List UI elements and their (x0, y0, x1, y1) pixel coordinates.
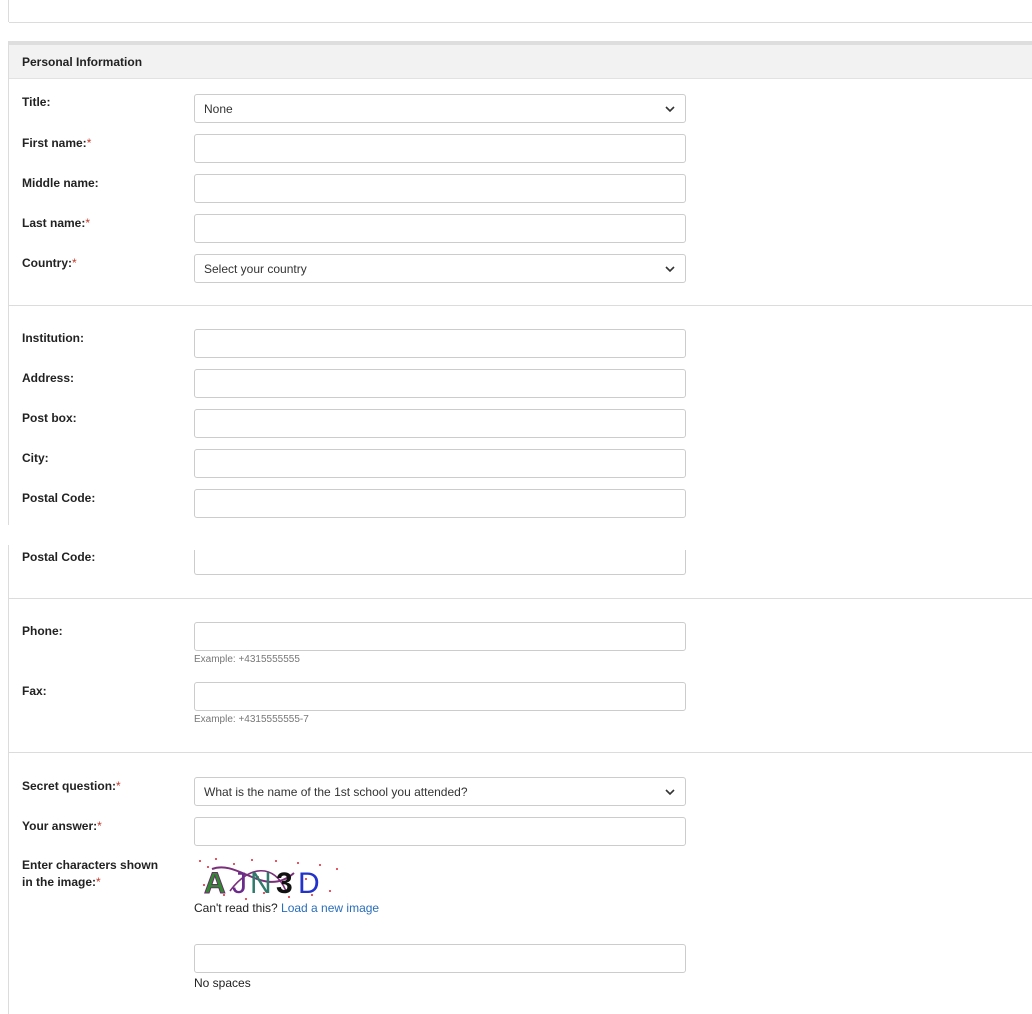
page-border-left (8, 0, 9, 22)
country-select-value: Select your country (204, 261, 307, 276)
postal-code-input-repeat[interactable] (194, 550, 686, 575)
captcha-reload-note: Can't read this? Load a new image (194, 901, 380, 915)
fax-label: Fax: (22, 684, 47, 698)
secret-question-select-value: What is the name of the 1st school you a… (204, 784, 468, 799)
required-marker: * (86, 136, 92, 150)
captcha-image: A J N 3 D (199, 858, 338, 901)
country-select[interactable]: Select your country (194, 254, 686, 283)
fax-hint: Example: +4315555555-7 (194, 714, 309, 725)
page-border-left (8, 41, 9, 525)
required-marker: * (85, 216, 91, 230)
postal-code-input[interactable] (194, 489, 686, 518)
postal-code-label: Postal Code: (22, 491, 96, 505)
institution-input[interactable] (194, 329, 686, 358)
post-box-input[interactable] (194, 409, 686, 438)
captcha-char: D (298, 867, 320, 900)
load-new-image-link[interactable]: Load a new image (281, 901, 379, 915)
postal-code-label-repeat: Postal Code: (22, 550, 96, 564)
captcha-char: J (232, 867, 247, 900)
chevron-down-icon (665, 788, 675, 795)
middle-name-input[interactable] (194, 174, 686, 203)
last-name-label: Last name:* (22, 216, 91, 230)
captcha-char: 3 (276, 867, 293, 900)
page-border-left (8, 545, 9, 1014)
section-header-personal-information: Personal Information (9, 41, 1032, 79)
required-marker: * (116, 779, 121, 793)
title-label: Title: (22, 95, 51, 109)
captcha-char: A (204, 867, 226, 900)
title-select[interactable]: None (194, 94, 686, 123)
post-box-label: Post box: (22, 411, 77, 425)
city-input[interactable] (194, 449, 686, 478)
country-label: Country:* (22, 256, 77, 270)
first-name-input[interactable] (194, 134, 686, 163)
top-divider (9, 22, 1032, 23)
phone-label: Phone: (22, 624, 63, 638)
chevron-down-icon (665, 265, 675, 272)
your-answer-input[interactable] (194, 817, 686, 846)
section-divider (9, 752, 1032, 753)
captcha-input[interactable] (194, 944, 686, 973)
address-input[interactable] (194, 369, 686, 398)
address-label: Address: (22, 371, 75, 385)
first-name-label: First name:* (22, 136, 92, 150)
middle-name-label: Middle name: (22, 176, 99, 190)
captcha-label: Enter characters shown in the image:* (22, 858, 159, 889)
section-divider (9, 598, 1032, 599)
institution-label: Institution: (22, 331, 84, 345)
your-answer-label: Your answer:* (22, 819, 102, 833)
chevron-down-icon (665, 105, 675, 112)
required-marker: * (97, 819, 102, 833)
phone-hint: Example: +4315555555 (194, 654, 300, 665)
secret-question-select[interactable]: What is the name of the 1st school you a… (194, 777, 686, 806)
section-divider (9, 305, 1032, 306)
required-marker: * (96, 875, 101, 889)
title-select-value: None (204, 101, 233, 116)
captcha-hint: No spaces (194, 976, 251, 990)
captcha-char: N (250, 867, 272, 900)
required-marker: * (72, 256, 77, 270)
phone-input[interactable] (194, 622, 686, 651)
fax-input[interactable] (194, 682, 686, 711)
city-label: City: (22, 451, 49, 465)
secret-question-label: Secret question:* (22, 779, 121, 793)
last-name-input[interactable] (194, 214, 686, 243)
